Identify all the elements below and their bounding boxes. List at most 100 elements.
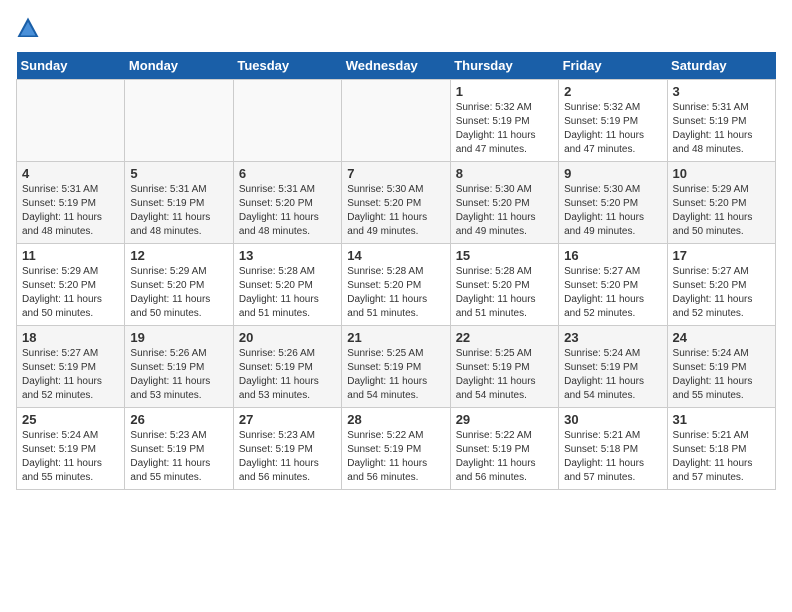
calendar-cell: 27 Sunrise: 5:23 AM Sunset: 5:19 PM Dayli… <box>233 408 341 490</box>
day-info: Sunrise: 5:27 AM Sunset: 5:20 PM Dayligh… <box>673 265 770 321</box>
day-info: Sunrise: 5:23 AM Sunset: 5:19 PM Dayligh… <box>239 429 336 485</box>
day-info: Sunrise: 5:28 AM Sunset: 5:20 PM Dayligh… <box>347 265 444 321</box>
day-number: 16 <box>564 248 661 263</box>
day-of-week-header: Wednesday <box>342 52 450 80</box>
calendar-week-row: 1Sunrise: 5:32 AM Sunset: 5:19 PM Daylig… <box>17 80 776 162</box>
calendar-week-row: 25 Sunrise: 5:24 AM Sunset: 5:19 PM Dayli… <box>17 408 776 490</box>
day-number: 3 <box>673 84 770 99</box>
day-info: Sunrise: 5:22 AM Sunset: 5:19 PM Dayligh… <box>347 429 444 485</box>
day-info: Sunrise: 5:31 AM Sunset: 5:19 PM Dayligh… <box>130 183 227 239</box>
day-info: Sunrise: 5:24 AM Sunset: 5:19 PM Dayligh… <box>22 429 119 485</box>
calendar-cell: 4Sunrise: 5:31 AM Sunset: 5:19 PM Daylig… <box>17 162 125 244</box>
day-number: 23 <box>564 330 661 345</box>
calendar-week-row: 4Sunrise: 5:31 AM Sunset: 5:19 PM Daylig… <box>17 162 776 244</box>
calendar-cell: 7 Sunrise: 5:30 AM Sunset: 5:20 PM Daylig… <box>342 162 450 244</box>
day-number: 13 <box>239 248 336 263</box>
calendar-cell: 16 Sunrise: 5:27 AM Sunset: 5:20 PM Dayli… <box>559 244 667 326</box>
calendar-cell <box>17 80 125 162</box>
day-number: 15 <box>456 248 553 263</box>
day-info: Sunrise: 5:30 AM Sunset: 5:20 PM Dayligh… <box>456 183 553 239</box>
calendar-cell: 12Sunrise: 5:29 AM Sunset: 5:20 PM Dayli… <box>125 244 233 326</box>
calendar-cell <box>233 80 341 162</box>
calendar-cell: 24 Sunrise: 5:24 AM Sunset: 5:19 PM Dayli… <box>667 326 775 408</box>
calendar-cell: 28 Sunrise: 5:22 AM Sunset: 5:19 PM Dayli… <box>342 408 450 490</box>
day-info: Sunrise: 5:31 AM Sunset: 5:20 PM Dayligh… <box>239 183 336 239</box>
day-info: Sunrise: 5:25 AM Sunset: 5:19 PM Dayligh… <box>347 347 444 403</box>
page-header <box>16 16 776 40</box>
day-number: 21 <box>347 330 444 345</box>
calendar-cell: 1Sunrise: 5:32 AM Sunset: 5:19 PM Daylig… <box>450 80 558 162</box>
calendar-cell: 21 Sunrise: 5:25 AM Sunset: 5:19 PM Dayli… <box>342 326 450 408</box>
day-number: 28 <box>347 412 444 427</box>
day-number: 11 <box>22 248 119 263</box>
calendar-cell: 2Sunrise: 5:32 AM Sunset: 5:19 PM Daylig… <box>559 80 667 162</box>
calendar-cell <box>125 80 233 162</box>
day-number: 24 <box>673 330 770 345</box>
day-info: Sunrise: 5:26 AM Sunset: 5:19 PM Dayligh… <box>130 347 227 403</box>
calendar-cell: 20 Sunrise: 5:26 AM Sunset: 5:19 PM Dayli… <box>233 326 341 408</box>
day-info: Sunrise: 5:26 AM Sunset: 5:19 PM Dayligh… <box>239 347 336 403</box>
calendar-cell: 30 Sunrise: 5:21 AM Sunset: 5:18 PM Dayli… <box>559 408 667 490</box>
day-number: 29 <box>456 412 553 427</box>
day-info: Sunrise: 5:21 AM Sunset: 5:18 PM Dayligh… <box>673 429 770 485</box>
calendar-cell: 17 Sunrise: 5:27 AM Sunset: 5:20 PM Dayli… <box>667 244 775 326</box>
calendar-cell: 8 Sunrise: 5:30 AM Sunset: 5:20 PM Daylig… <box>450 162 558 244</box>
day-info: Sunrise: 5:28 AM Sunset: 5:20 PM Dayligh… <box>456 265 553 321</box>
day-number: 14 <box>347 248 444 263</box>
day-number: 2 <box>564 84 661 99</box>
day-number: 7 <box>347 166 444 181</box>
day-of-week-header: Monday <box>125 52 233 80</box>
calendar-cell <box>342 80 450 162</box>
day-info: Sunrise: 5:29 AM Sunset: 5:20 PM Dayligh… <box>22 265 119 321</box>
day-info: Sunrise: 5:24 AM Sunset: 5:19 PM Dayligh… <box>673 347 770 403</box>
day-info: Sunrise: 5:24 AM Sunset: 5:19 PM Dayligh… <box>564 347 661 403</box>
calendar-cell: 18Sunrise: 5:27 AM Sunset: 5:19 PM Dayli… <box>17 326 125 408</box>
day-info: Sunrise: 5:21 AM Sunset: 5:18 PM Dayligh… <box>564 429 661 485</box>
calendar-cell: 11 Sunrise: 5:29 AM Sunset: 5:20 PM Dayli… <box>17 244 125 326</box>
calendar-header-row: SundayMondayTuesdayWednesdayThursdayFrid… <box>17 52 776 80</box>
calendar-cell: 19 Sunrise: 5:26 AM Sunset: 5:19 PM Dayli… <box>125 326 233 408</box>
day-number: 27 <box>239 412 336 427</box>
day-number: 6 <box>239 166 336 181</box>
day-number: 9 <box>564 166 661 181</box>
day-of-week-header: Thursday <box>450 52 558 80</box>
day-of-week-header: Tuesday <box>233 52 341 80</box>
day-number: 25 <box>22 412 119 427</box>
day-info: Sunrise: 5:25 AM Sunset: 5:19 PM Dayligh… <box>456 347 553 403</box>
day-info: Sunrise: 5:30 AM Sunset: 5:20 PM Dayligh… <box>347 183 444 239</box>
day-number: 20 <box>239 330 336 345</box>
day-number: 1 <box>456 84 553 99</box>
day-info: Sunrise: 5:29 AM Sunset: 5:20 PM Dayligh… <box>673 183 770 239</box>
day-info: Sunrise: 5:27 AM Sunset: 5:20 PM Dayligh… <box>564 265 661 321</box>
calendar-cell: 10Sunrise: 5:29 AM Sunset: 5:20 PM Dayli… <box>667 162 775 244</box>
calendar-week-row: 18Sunrise: 5:27 AM Sunset: 5:19 PM Dayli… <box>17 326 776 408</box>
day-of-week-header: Friday <box>559 52 667 80</box>
day-info: Sunrise: 5:31 AM Sunset: 5:19 PM Dayligh… <box>22 183 119 239</box>
day-info: Sunrise: 5:23 AM Sunset: 5:19 PM Dayligh… <box>130 429 227 485</box>
day-info: Sunrise: 5:28 AM Sunset: 5:20 PM Dayligh… <box>239 265 336 321</box>
day-number: 26 <box>130 412 227 427</box>
day-number: 17 <box>673 248 770 263</box>
calendar-cell: 22Sunrise: 5:25 AM Sunset: 5:19 PM Dayli… <box>450 326 558 408</box>
day-number: 31 <box>673 412 770 427</box>
day-of-week-header: Saturday <box>667 52 775 80</box>
calendar-cell: 15 Sunrise: 5:28 AM Sunset: 5:20 PM Dayli… <box>450 244 558 326</box>
day-number: 19 <box>130 330 227 345</box>
logo <box>16 16 44 40</box>
day-number: 30 <box>564 412 661 427</box>
day-of-week-header: Sunday <box>17 52 125 80</box>
calendar-cell: 9Sunrise: 5:30 AM Sunset: 5:20 PM Daylig… <box>559 162 667 244</box>
day-info: Sunrise: 5:31 AM Sunset: 5:19 PM Dayligh… <box>673 101 770 157</box>
day-number: 12 <box>130 248 227 263</box>
day-number: 8 <box>456 166 553 181</box>
day-info: Sunrise: 5:22 AM Sunset: 5:19 PM Dayligh… <box>456 429 553 485</box>
calendar-cell: 6 Sunrise: 5:31 AM Sunset: 5:20 PM Daylig… <box>233 162 341 244</box>
calendar-cell: 23 Sunrise: 5:24 AM Sunset: 5:19 PM Dayli… <box>559 326 667 408</box>
calendar-cell: 25 Sunrise: 5:24 AM Sunset: 5:19 PM Dayli… <box>17 408 125 490</box>
calendar-week-row: 11 Sunrise: 5:29 AM Sunset: 5:20 PM Dayli… <box>17 244 776 326</box>
calendar-cell: 26 Sunrise: 5:23 AM Sunset: 5:19 PM Dayli… <box>125 408 233 490</box>
calendar-table: SundayMondayTuesdayWednesdayThursdayFrid… <box>16 52 776 490</box>
calendar-cell: 31 Sunrise: 5:21 AM Sunset: 5:18 PM Dayli… <box>667 408 775 490</box>
calendar-cell: 29 Sunrise: 5:22 AM Sunset: 5:19 PM Dayli… <box>450 408 558 490</box>
calendar-cell: 3 Sunrise: 5:31 AM Sunset: 5:19 PM Daylig… <box>667 80 775 162</box>
